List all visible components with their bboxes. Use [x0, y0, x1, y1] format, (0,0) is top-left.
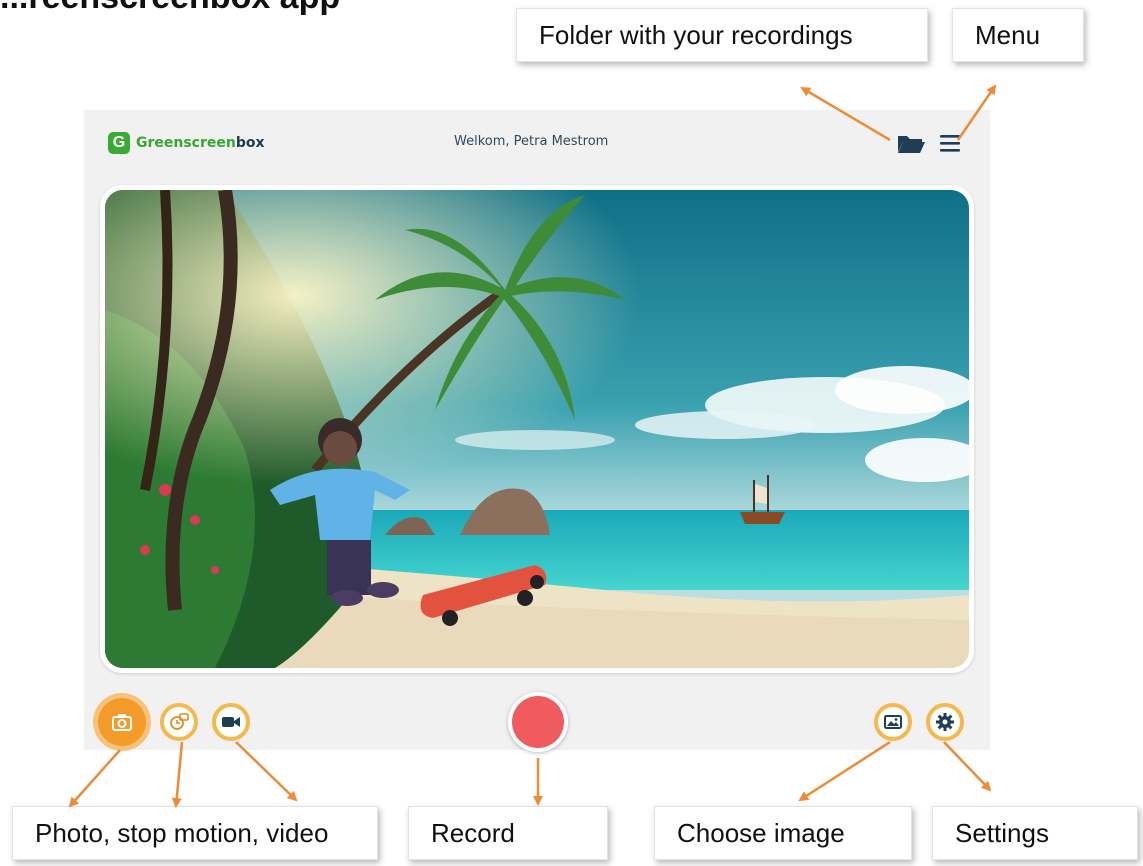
arrow-video — [235, 741, 298, 802]
callout-menu-text: Menu — [975, 19, 1041, 50]
callout-modes: Photo, stop motion, video — [12, 806, 378, 860]
hamburger-icon — [940, 135, 960, 152]
video-mode-button[interactable] — [212, 703, 250, 741]
logo-name-2: box — [235, 135, 265, 151]
gear-icon — [936, 713, 954, 731]
folder-open-icon — [898, 136, 925, 153]
page-heading-partial: ...reenscreenbox app — [0, 0, 340, 17]
callout-settings: Settings — [932, 806, 1138, 860]
callout-choose-image-text: Choose image — [677, 817, 845, 848]
stop-motion-mode-button[interactable] — [160, 703, 198, 741]
logo-text: Greenscreenbox — [136, 135, 265, 151]
video-camera-icon — [222, 717, 240, 727]
callout-menu: Menu — [952, 8, 1084, 62]
callout-record: Record — [408, 806, 608, 860]
arrow-stop-motion — [171, 741, 184, 808]
callout-settings-text: Settings — [955, 817, 1049, 848]
image-icon — [884, 715, 902, 729]
arrow-photo — [68, 749, 121, 808]
callout-folder: Folder with your recordings — [516, 8, 928, 62]
choose-image-button[interactable] — [874, 703, 912, 741]
logo-name-1: Greenscreen — [136, 135, 236, 151]
record-icon — [512, 696, 564, 748]
camera-icon — [112, 714, 132, 731]
arrow-choose-image — [798, 740, 891, 802]
beach-background-image — [105, 190, 969, 668]
stop-motion-icon — [170, 713, 189, 730]
callout-record-text: Record — [431, 817, 515, 848]
app-logo: G Greenscreenbox — [108, 132, 265, 154]
logo-badge: G — [108, 132, 130, 154]
app-window: G Greenscreenbox Welkom, Petra Mestrom — [84, 110, 990, 752]
callout-folder-text: Folder with your recordings — [539, 19, 853, 50]
camera-preview — [100, 185, 974, 673]
photo-mode-button[interactable] — [98, 698, 146, 746]
menu-button[interactable] — [938, 132, 962, 154]
callout-modes-text: Photo, stop motion, video — [35, 817, 329, 848]
recordings-folder-button[interactable] — [896, 130, 926, 156]
welcome-text: Welkom, Petra Mestrom — [454, 134, 609, 149]
callout-choose-image: Choose image — [654, 806, 912, 860]
record-button[interactable] — [508, 692, 568, 752]
settings-button[interactable] — [926, 703, 964, 741]
